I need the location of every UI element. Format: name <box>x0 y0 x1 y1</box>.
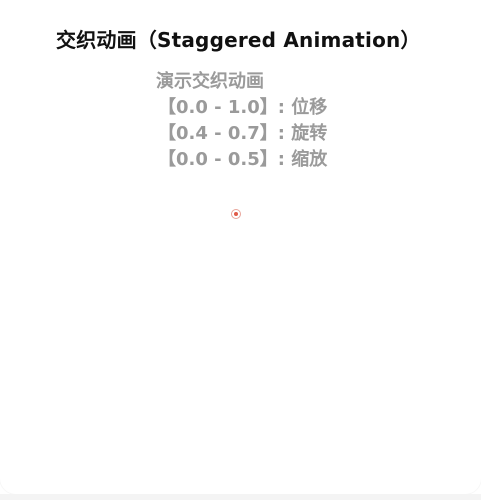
app-window: 交织动画（Staggered Animation） 演示交织动画 【0.0 - … <box>0 0 481 494</box>
description-block: 演示交织动画 【0.0 - 1.0】: 位移 【0.4 - 0.7】: 旋转 【… <box>156 69 327 173</box>
window-bottom-edge <box>0 494 481 500</box>
description-line-scale: 【0.0 - 0.5】: 缩放 <box>158 149 328 170</box>
animated-dot-core <box>234 212 238 216</box>
description-line-intro: 演示交织动画 <box>156 71 264 92</box>
animated-dot-icon[interactable] <box>231 209 241 219</box>
description-line-translate: 【0.0 - 1.0】: 位移 <box>158 97 328 118</box>
page-title: 交织动画（Staggered Animation） <box>56 28 421 52</box>
description-line-rotate: 【0.4 - 0.7】: 旋转 <box>158 123 328 144</box>
